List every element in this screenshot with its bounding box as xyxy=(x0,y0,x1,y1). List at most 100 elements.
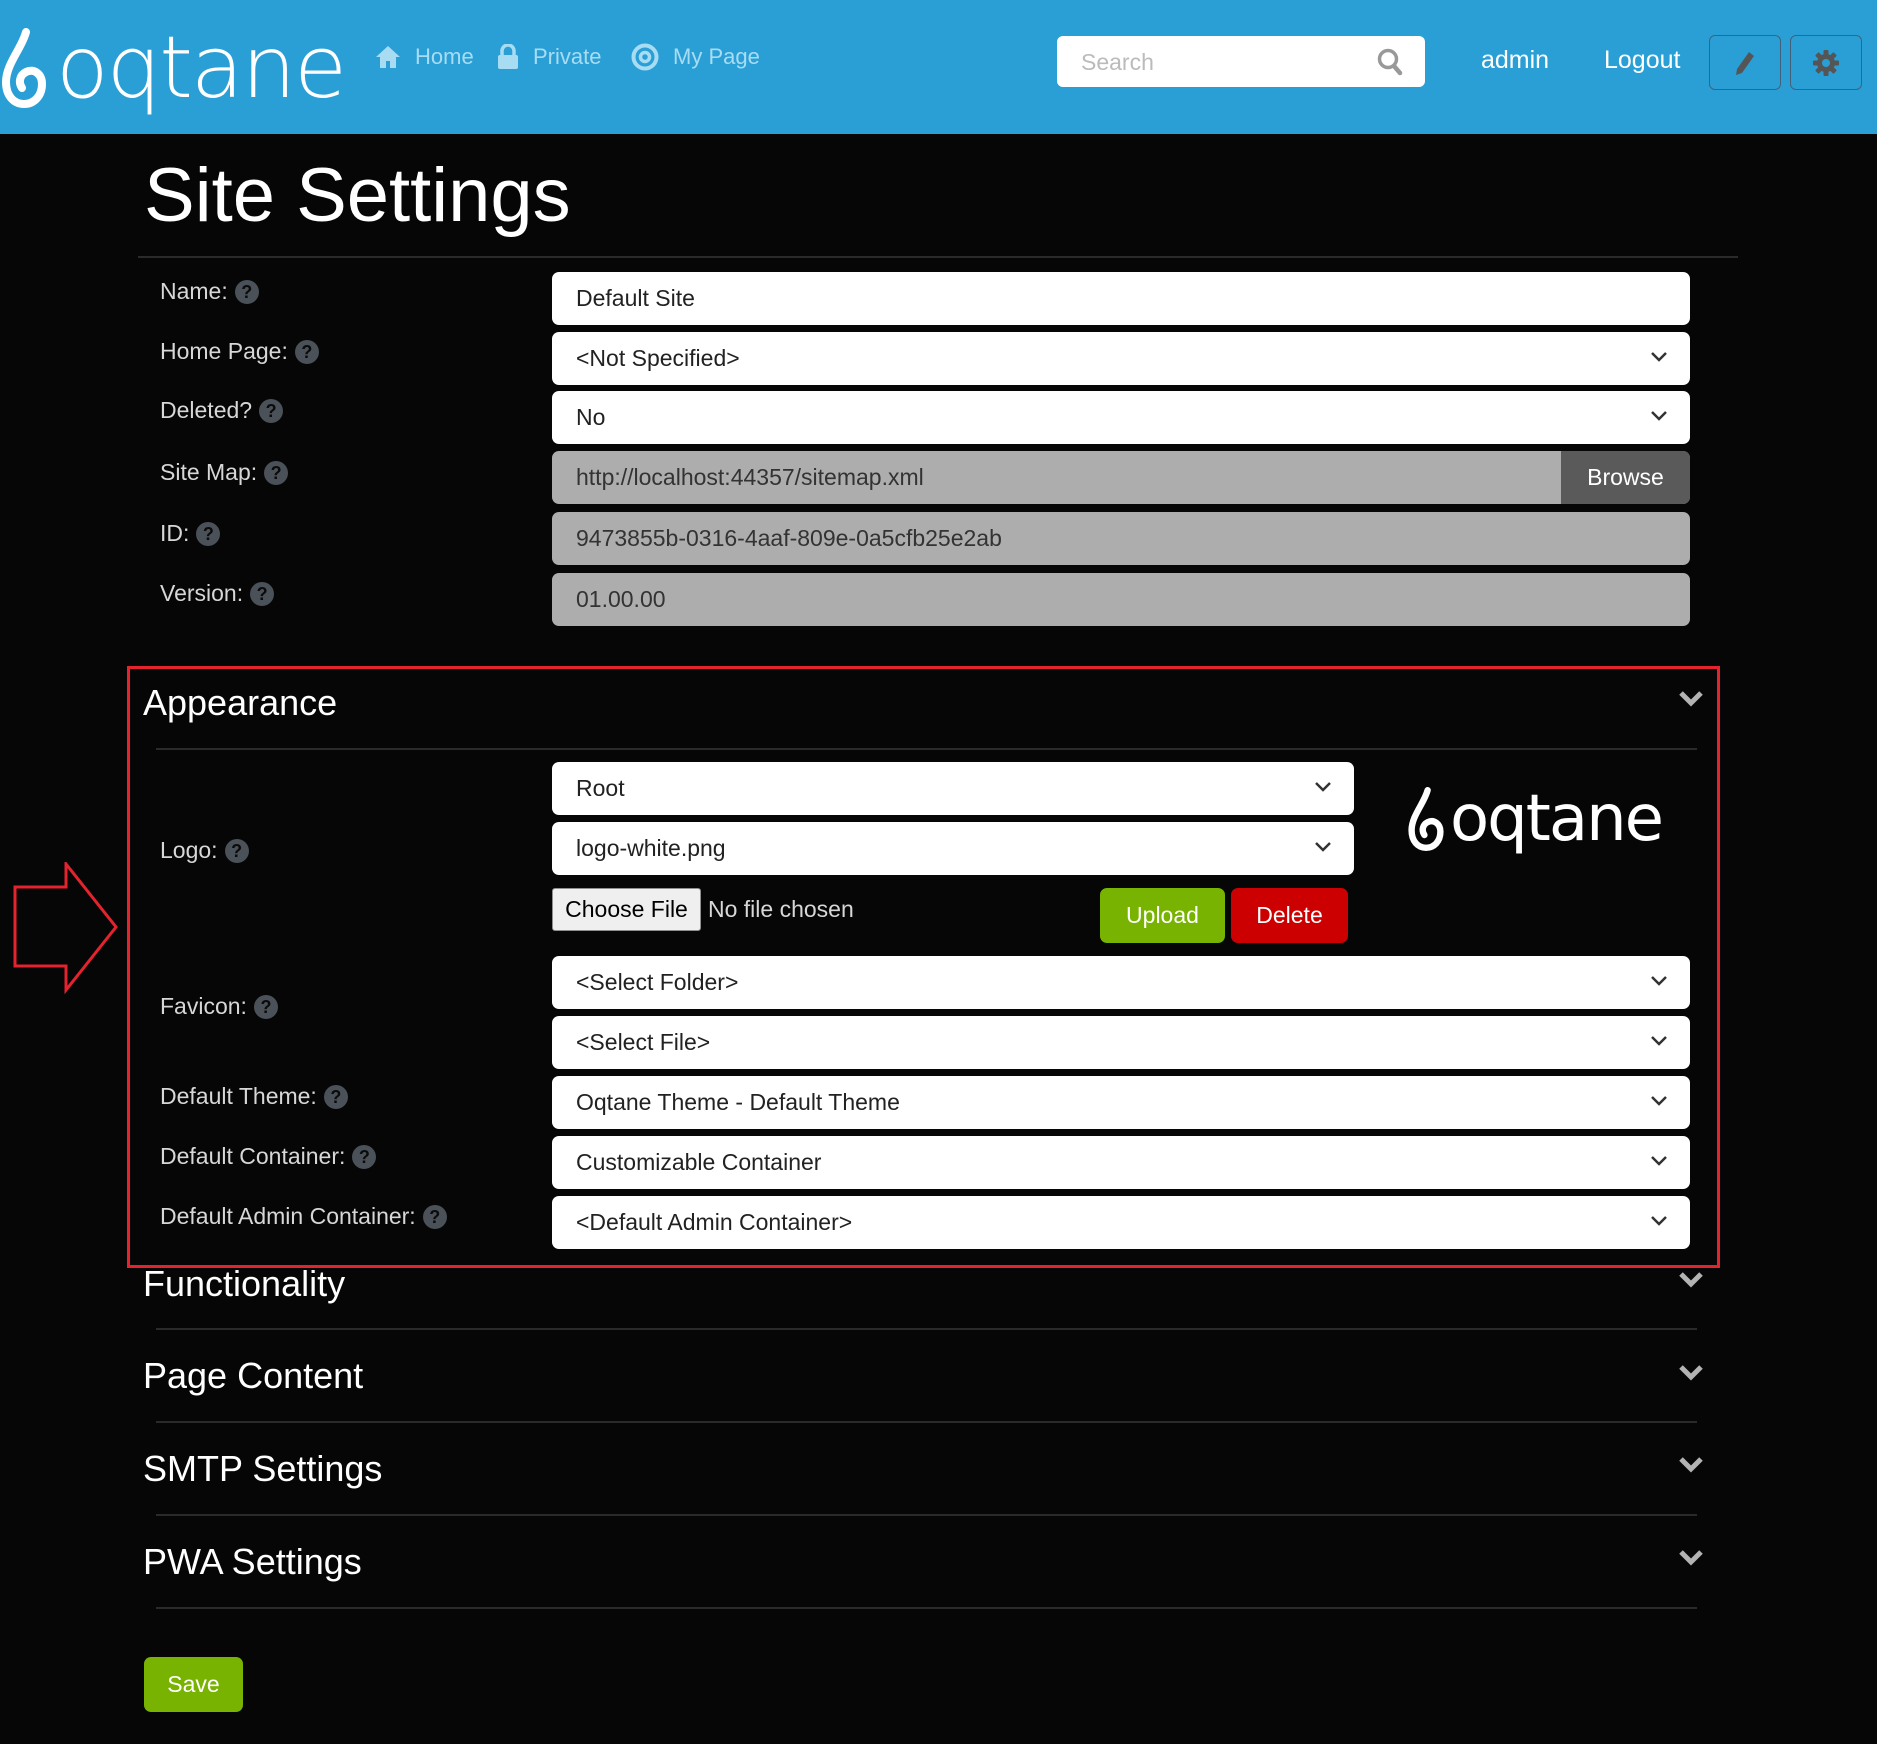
choose-file-button[interactable]: Choose File xyxy=(552,888,701,931)
help-icon[interactable]: ? xyxy=(253,994,278,1019)
help-icon[interactable]: ? xyxy=(234,279,259,304)
help-icon[interactable]: ? xyxy=(224,838,249,863)
functionality-chevron-icon[interactable] xyxy=(1678,1271,1704,1289)
home-page-label: Home Page:? xyxy=(160,325,319,378)
version-value: 01.00.00 xyxy=(576,586,666,612)
default-container-select[interactable]: Customizable Container xyxy=(552,1136,1690,1189)
default-admin-container-label: Default Admin Container:? xyxy=(160,1190,447,1243)
help-icon[interactable]: ? xyxy=(352,1144,377,1169)
nav-my-page[interactable]: My Page xyxy=(631,40,760,74)
favicon-label: Favicon:? xyxy=(160,980,278,1033)
save-button[interactable]: Save xyxy=(144,1657,243,1712)
help-icon[interactable]: ? xyxy=(323,1084,348,1109)
default-admin-container-value: <Default Admin Container> xyxy=(576,1209,853,1235)
home-page-select[interactable]: <Not Specified> xyxy=(552,332,1690,385)
name-label-text: Name: xyxy=(160,278,228,304)
appearance-heading[interactable]: Appearance xyxy=(143,685,337,721)
search-input[interactable] xyxy=(1079,36,1373,89)
version-label: Version:? xyxy=(160,567,275,620)
site-map-input[interactable]: http://localhost:44357/sitemap.xml Brows… xyxy=(552,451,1690,504)
brand-logo[interactable]: oqtane xyxy=(0,18,347,118)
logo-folder-select[interactable]: Root xyxy=(552,762,1354,815)
nav-my-page-label: My Page xyxy=(673,44,760,69)
site-map-label-text: Site Map: xyxy=(160,459,258,485)
version-input[interactable]: 01.00.00 xyxy=(552,573,1690,626)
chevron-down-icon xyxy=(1651,411,1667,421)
logo-file-value: logo-white.png xyxy=(576,835,726,861)
name-input[interactable]: Default Site xyxy=(552,272,1690,325)
pencil-icon xyxy=(1736,51,1754,75)
default-container-label: Default Container:? xyxy=(160,1130,377,1183)
gear-icon xyxy=(1813,49,1839,76)
page-content-divider xyxy=(156,1421,1697,1423)
help-icon[interactable]: ? xyxy=(264,460,289,485)
upload-button[interactable]: Upload xyxy=(1100,888,1225,943)
user-link[interactable]: admin xyxy=(1481,46,1549,75)
chevron-down-icon xyxy=(1651,976,1667,986)
page-content-chevron-icon[interactable] xyxy=(1678,1364,1704,1382)
logo-file-select[interactable]: logo-white.png xyxy=(552,822,1354,875)
delete-button[interactable]: Delete xyxy=(1231,888,1348,943)
help-icon[interactable]: ? xyxy=(196,521,221,546)
logo-preview-text: oqtane xyxy=(1450,782,1664,856)
title-divider xyxy=(138,256,1738,258)
default-theme-label-text: Default Theme: xyxy=(160,1083,317,1109)
smtp-settings-heading[interactable]: SMTP Settings xyxy=(143,1451,382,1487)
default-theme-label: Default Theme:? xyxy=(160,1070,348,1123)
deleted-label: Deleted?? xyxy=(160,384,284,437)
help-icon[interactable]: ? xyxy=(259,398,284,423)
functionality-heading[interactable]: Functionality xyxy=(143,1266,345,1302)
edit-mode-button[interactable] xyxy=(1709,35,1781,90)
logo-label: Logo:? xyxy=(160,824,249,877)
logout-link[interactable]: Logout xyxy=(1604,46,1680,75)
functionality-divider xyxy=(156,1328,1697,1330)
name-label: Name:? xyxy=(160,265,259,318)
chevron-down-icon xyxy=(1651,1156,1667,1166)
help-icon[interactable]: ? xyxy=(422,1204,447,1229)
top-navbar: oqtane Home Private My Page admin Logout xyxy=(0,0,1877,134)
brand-name: oqtane xyxy=(56,18,347,118)
control-panel-button[interactable] xyxy=(1790,35,1862,90)
lock-icon xyxy=(498,44,518,69)
no-file-chosen-text: No file chosen xyxy=(708,896,854,922)
id-label: ID:? xyxy=(160,507,221,560)
deleted-select[interactable]: No xyxy=(552,391,1690,444)
default-admin-container-select[interactable]: <Default Admin Container> xyxy=(552,1196,1690,1249)
home-page-value: <Not Specified> xyxy=(576,345,740,371)
deleted-value: No xyxy=(576,404,606,430)
deleted-label-text: Deleted? xyxy=(160,397,253,423)
browse-button[interactable]: Browse xyxy=(1561,451,1690,504)
nav-home[interactable]: Home xyxy=(375,40,474,74)
page-content-heading[interactable]: Page Content xyxy=(143,1358,363,1394)
site-map-label: Site Map:? xyxy=(160,446,289,499)
favicon-label-text: Favicon: xyxy=(160,993,247,1019)
pwa-settings-chevron-icon[interactable] xyxy=(1678,1549,1704,1567)
search-box xyxy=(1057,36,1425,89)
site-map-value: http://localhost:44357/sitemap.xml xyxy=(576,464,924,490)
help-icon[interactable]: ? xyxy=(250,581,275,606)
help-icon[interactable]: ? xyxy=(294,339,319,364)
favicon-file-value: <Select File> xyxy=(576,1029,711,1055)
favicon-folder-value: <Select Folder> xyxy=(576,969,739,995)
chevron-down-icon xyxy=(1651,1036,1667,1046)
smtp-settings-chevron-icon[interactable] xyxy=(1678,1456,1704,1474)
chevron-down-icon xyxy=(1651,1216,1667,1226)
default-container-value: Customizable Container xyxy=(576,1149,822,1175)
default-theme-value: Oqtane Theme - Default Theme xyxy=(576,1089,900,1115)
favicon-file-select[interactable]: <Select File> xyxy=(552,1016,1690,1069)
nav-private[interactable]: Private xyxy=(497,40,601,74)
target-icon xyxy=(631,43,659,71)
pwa-settings-heading[interactable]: PWA Settings xyxy=(143,1544,362,1580)
logo-folder-value: Root xyxy=(576,775,625,801)
logo-label-text: Logo: xyxy=(160,837,218,863)
oqtane-drop-icon xyxy=(1,28,47,108)
appearance-chevron-icon[interactable] xyxy=(1678,690,1704,708)
oqtane-drop-icon xyxy=(1408,787,1444,851)
id-input[interactable]: 9473855b-0316-4aaf-809e-0a5cfb25e2ab xyxy=(552,512,1690,565)
default-theme-select[interactable]: Oqtane Theme - Default Theme xyxy=(552,1076,1690,1129)
id-value: 9473855b-0316-4aaf-809e-0a5cfb25e2ab xyxy=(576,525,1002,551)
chevron-down-icon xyxy=(1651,1096,1667,1106)
search-icon[interactable] xyxy=(1377,48,1403,76)
chevron-down-icon xyxy=(1651,352,1667,362)
favicon-folder-select[interactable]: <Select Folder> xyxy=(552,956,1690,1009)
